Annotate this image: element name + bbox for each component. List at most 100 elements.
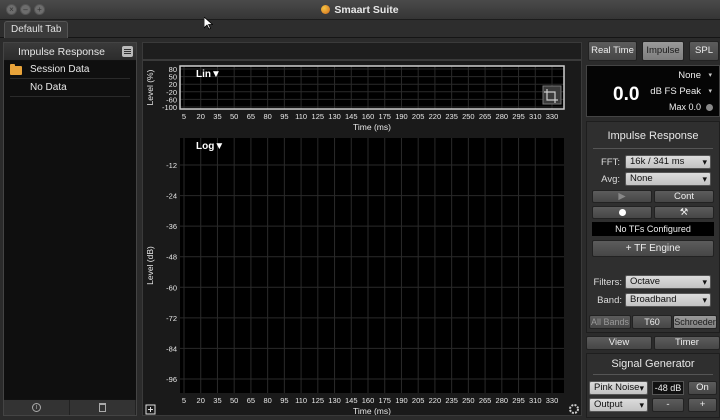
fft-select[interactable]: 16k / 341 ms (625, 155, 711, 169)
cont-button[interactable]: Cont (654, 190, 714, 203)
delete-button[interactable] (70, 400, 136, 415)
x-tick-label: 35 (213, 112, 221, 121)
mouse-cursor-icon (204, 17, 213, 30)
crop-icon (542, 85, 562, 105)
x-tick-label: 145 (345, 112, 358, 121)
info-icon: i (32, 403, 41, 412)
x-tick-label: 295 (512, 112, 525, 121)
divider (593, 374, 713, 375)
x-tick-label: 35 (213, 396, 221, 405)
x-tick-label: 190 (395, 396, 408, 405)
clip-indicator-icon[interactable] (706, 104, 713, 111)
tab-default[interactable]: Default Tab (4, 21, 69, 38)
plot-scale-selector: Log▼ (196, 141, 224, 152)
tools-button[interactable]: ⚒ (654, 206, 714, 219)
section-title: Signal Generator (611, 358, 695, 370)
impulse-mode-button[interactable]: Impulse (642, 41, 684, 61)
x-tick-label: 220 (429, 112, 442, 121)
tab-t60[interactable]: T60 (632, 315, 672, 329)
tab-schroeder[interactable]: Schroeder (673, 315, 717, 329)
y-tick-label: -72 (166, 314, 177, 323)
y-tick-label: -60 (166, 283, 177, 292)
x-tick-label: 125 (312, 112, 325, 121)
x-tick-label: 250 (462, 112, 475, 121)
y-axis-label: Level (dB) (145, 246, 155, 285)
x-tick-label: 145 (345, 396, 358, 405)
y-tick-label: -36 (166, 222, 177, 231)
band-label: Band: (597, 295, 622, 306)
app-logo-icon (321, 5, 331, 14)
generator-on-button[interactable]: On (688, 381, 717, 395)
x-tick-label: 95 (280, 112, 288, 121)
real-time-mode-button[interactable]: Real Time (588, 41, 637, 61)
x-tick-label: 80 (263, 396, 271, 405)
gear-icon (569, 404, 579, 414)
x-tick-label: 310 (529, 112, 542, 121)
spl-mode-button[interactable]: SPL (689, 41, 719, 61)
x-tick-label: 65 (247, 396, 255, 405)
timer-button[interactable]: Timer (654, 336, 720, 350)
filters-select[interactable]: Octave (625, 275, 711, 289)
level-meter: 0.0 None ▾ dB FS Peak ▾ Max 0.0 (586, 65, 720, 117)
y-tick-label: -48 (166, 253, 177, 262)
meter-mode[interactable]: dB FS Peak (650, 86, 701, 97)
x-tick-label: 160 (362, 396, 375, 405)
x-axis-label: Time (ms) (353, 122, 391, 132)
x-tick-label: 160 (362, 112, 375, 121)
generator-level-field[interactable]: -48 dB (652, 381, 684, 395)
plot-scale-selector: Lin▼ (196, 69, 221, 80)
x-tick-label: 265 (479, 112, 492, 121)
x-tick-label: 175 (378, 112, 391, 121)
x-tick-label: 20 (197, 112, 205, 121)
x-tick-label: 110 (295, 396, 307, 405)
record-icon (618, 209, 626, 216)
tab-all-bands[interactable]: All Bands (589, 315, 631, 329)
tree-item-no-data[interactable]: No Data (10, 79, 130, 97)
tools-icon: ⚒ (679, 207, 689, 218)
meter-value: 0.0 (613, 84, 640, 105)
view-button[interactable]: View (586, 336, 652, 350)
plot-toolbar (142, 42, 582, 60)
level-increase-button[interactable]: + (688, 398, 717, 412)
info-button[interactable]: i (4, 400, 70, 415)
tree-item-session-data[interactable]: Session Data (10, 61, 130, 79)
filters-label: Filters: (593, 277, 623, 288)
tf-engine-button[interactable]: + TF Engine (592, 240, 714, 257)
output-select[interactable]: Output (589, 398, 648, 412)
x-tick-label: 175 (378, 396, 391, 405)
x-tick-label: 265 (479, 396, 492, 405)
x-tick-label: 280 (496, 112, 509, 121)
x-tick-label: 190 (395, 112, 408, 121)
window-title-text: Smaart Suite (334, 4, 399, 16)
section-title: Impulse Response (607, 130, 699, 142)
x-tick-label: 280 (496, 396, 509, 405)
x-tick-label: 310 (529, 396, 542, 405)
divider (593, 148, 713, 149)
x-tick-label: 130 (328, 112, 341, 121)
avg-select[interactable]: None (625, 172, 711, 186)
add-plot-icon-glyph (148, 407, 153, 412)
record-button[interactable] (592, 206, 652, 219)
x-tick-label: 235 (445, 112, 458, 121)
x-tick-label: 50 (230, 396, 238, 405)
impulse-response-data-panel: Impulse Response Session Data No Data i (3, 42, 137, 416)
mode-dropdown-icon[interactable]: ▾ (708, 87, 712, 95)
x-tick-label: 125 (312, 396, 325, 405)
window-title: Smaart Suite (0, 4, 720, 16)
avg-label: Avg: (601, 174, 620, 185)
y-axis-label: Level (%) (145, 69, 155, 105)
x-tick-label: 20 (197, 396, 205, 405)
tree-item-label: No Data (30, 82, 67, 93)
y-tick-label: -24 (166, 192, 177, 201)
meter-source[interactable]: None (678, 70, 701, 81)
level-decrease-button[interactable]: - (652, 398, 684, 412)
panel-menu-icon[interactable] (122, 46, 133, 57)
band-select[interactable]: Broadband (625, 293, 711, 307)
play-button[interactable]: ▶ (592, 190, 652, 203)
signal-type-select[interactable]: Pink Noise (589, 381, 648, 395)
left-panel-footer: i (4, 399, 136, 415)
x-tick-label: 235 (445, 396, 458, 405)
folder-icon (10, 64, 22, 75)
x-tick-label: 65 (247, 112, 255, 121)
source-dropdown-icon[interactable]: ▾ (708, 71, 712, 79)
